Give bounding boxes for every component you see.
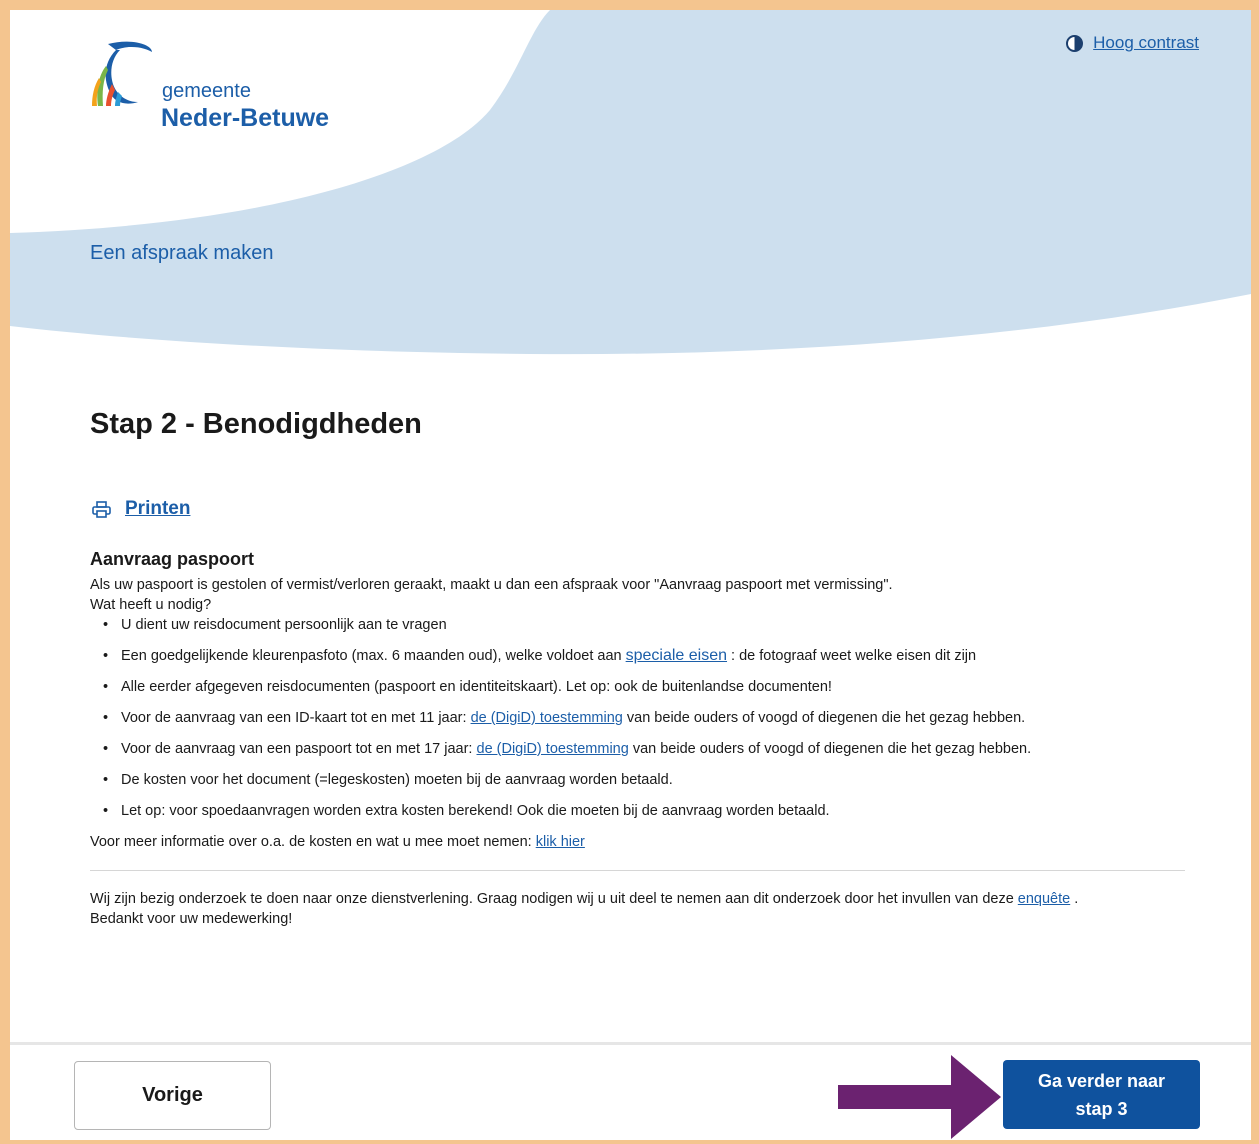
list-item: Alle eerder afgegeven reisdocumenten (pa… bbox=[90, 677, 1185, 697]
list-item-text: Een goedgelijkende kleurenpasfoto (max. … bbox=[121, 648, 626, 664]
digid-consent-link-id-card[interactable]: de (DigiD) toestemming bbox=[471, 710, 623, 726]
list-item: Een goedgelijkende kleurenpasfoto (max. … bbox=[90, 646, 1185, 666]
more-info-text: Voor meer informatie over o.a. de kosten… bbox=[90, 832, 1185, 852]
requirements-content: Aanvraag paspoort Als uw paspoort is ges… bbox=[90, 549, 1185, 929]
question-text: Wat heeft u nodig? bbox=[90, 597, 212, 613]
high-contrast-link[interactable]: Hoog contrast bbox=[1093, 33, 1199, 53]
list-item: Let op: voor spoedaanvragen worden extra… bbox=[90, 801, 1185, 821]
previous-button[interactable]: Vorige bbox=[74, 1061, 271, 1130]
logo-text-name: Neder-Betuwe bbox=[161, 104, 330, 132]
step-title: Stap 2 - Benodigdheden bbox=[90, 408, 422, 440]
print-button[interactable]: Printen bbox=[92, 498, 190, 520]
list-item-text: De kosten voor het document (=legeskoste… bbox=[121, 772, 673, 788]
list-item-text: : de fotograaf weet welke eisen dit zijn bbox=[727, 648, 977, 664]
survey-text: Wij zijn bezig onderzoek te doen naar on… bbox=[90, 889, 1185, 909]
section-heading: Aanvraag paspoort bbox=[90, 549, 255, 569]
list-item-text: van beide ouders of voogd of diegenen di… bbox=[628, 741, 1032, 757]
header-banner: gemeente Neder-Betuwe Hoog contrast Een … bbox=[10, 10, 1251, 370]
annotation-arrow-icon bbox=[838, 1055, 1001, 1139]
list-item-text: Voor de aanvraag van een ID-kaart tot en… bbox=[121, 710, 471, 726]
survey-suffix: . bbox=[1070, 891, 1079, 907]
survey-label: Wij zijn bezig onderzoek te doen naar on… bbox=[90, 891, 1018, 907]
footer-navigation: Vorige Ga verder naar stap 3 bbox=[10, 1042, 1251, 1140]
next-step-button[interactable]: Ga verder naar stap 3 bbox=[1003, 1060, 1200, 1129]
survey-thanks: Bedankt voor uw medewerking! bbox=[90, 911, 293, 927]
list-item: Voor de aanvraag van een paspoort tot en… bbox=[90, 739, 1185, 759]
digid-consent-link-passport[interactable]: de (DigiD) toestemming bbox=[477, 741, 629, 757]
contrast-icon bbox=[1066, 34, 1084, 52]
more-info-link[interactable]: klik hier bbox=[536, 834, 585, 850]
requirements-list: U dient uw reisdocument persoonlijk aan … bbox=[90, 615, 1185, 821]
list-item-text: U dient uw reisdocument persoonlijk aan … bbox=[121, 617, 447, 633]
list-item-text: Let op: voor spoedaanvragen worden extra… bbox=[121, 803, 830, 819]
list-item-text: Voor de aanvraag van een paspoort tot en… bbox=[121, 741, 477, 757]
list-item-text: van beide ouders of voogd of diegenen di… bbox=[622, 710, 1026, 726]
municipality-logo[interactable]: gemeente Neder-Betuwe bbox=[90, 40, 350, 150]
page: gemeente Neder-Betuwe Hoog contrast Een … bbox=[10, 10, 1251, 1140]
survey-link[interactable]: enquête bbox=[1018, 891, 1070, 907]
logo-mark-icon bbox=[92, 41, 152, 106]
more-info-label: Voor meer informatie over o.a. de kosten… bbox=[90, 834, 536, 850]
list-item: De kosten voor het document (=legeskoste… bbox=[90, 770, 1185, 790]
list-item: Voor de aanvraag van een ID-kaart tot en… bbox=[90, 708, 1185, 728]
high-contrast-toggle[interactable]: Hoog contrast bbox=[1066, 33, 1199, 53]
print-link[interactable]: Printen bbox=[125, 498, 190, 520]
logo-text-small: gemeente bbox=[162, 80, 251, 102]
page-header-title: Een afspraak maken bbox=[90, 242, 274, 264]
printer-icon bbox=[92, 500, 111, 518]
intro-text: Als uw paspoort is gestolen of vermist/v… bbox=[90, 577, 893, 593]
divider bbox=[90, 870, 1185, 871]
list-item-text: Alle eerder afgegeven reisdocumenten (pa… bbox=[121, 679, 832, 695]
list-item: U dient uw reisdocument persoonlijk aan … bbox=[90, 615, 1185, 635]
special-requirements-link[interactable]: speciale eisen bbox=[626, 647, 727, 664]
